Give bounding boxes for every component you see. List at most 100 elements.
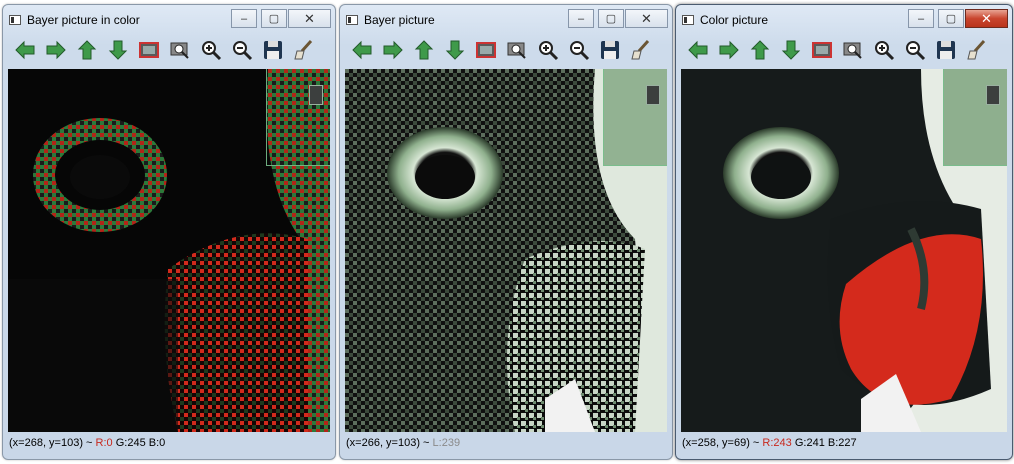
arrow-up-button[interactable] xyxy=(412,39,436,66)
save-floppy-icon xyxy=(599,39,621,66)
close-button[interactable]: ✕ xyxy=(288,9,331,28)
statusbar: (x=268, y=103) ~ R:0 G:245 B:0 xyxy=(9,437,329,453)
arrow-down-button[interactable] xyxy=(443,40,467,63)
toolbar xyxy=(682,37,1006,67)
close-button[interactable]: ✕ xyxy=(965,9,1008,28)
zoom-in-button[interactable] xyxy=(872,39,896,66)
arrow-left-icon xyxy=(14,39,36,66)
image-canvas[interactable] xyxy=(345,69,667,432)
properties-brush-icon xyxy=(966,39,988,66)
zoom-in-icon xyxy=(873,39,895,66)
zoom-rect-button[interactable] xyxy=(168,41,192,63)
arrow-up-icon xyxy=(76,39,98,66)
zoom-out-button[interactable] xyxy=(903,39,927,66)
minimap[interactable] xyxy=(943,69,1007,166)
status-g: G:245 xyxy=(115,437,146,449)
arrow-right-button[interactable] xyxy=(381,39,405,66)
properties-brush-icon xyxy=(630,39,652,66)
minimap[interactable] xyxy=(603,69,667,166)
zoom-out-icon xyxy=(231,39,253,66)
arrow-down-button[interactable] xyxy=(106,39,130,66)
window-title: Bayer picture in color xyxy=(27,13,140,27)
save-image-button[interactable] xyxy=(474,41,498,63)
zoom-in-icon xyxy=(537,39,559,66)
arrow-up-icon xyxy=(413,39,435,66)
zoom-in-button[interactable] xyxy=(536,39,560,66)
zoom-rect-button[interactable] xyxy=(505,41,529,63)
zoom-rect-button[interactable] xyxy=(841,41,865,63)
minimap-viewport[interactable] xyxy=(309,85,323,105)
arrow-left-button[interactable] xyxy=(686,39,710,66)
arrow-left-button[interactable] xyxy=(350,39,374,66)
zoom-out-button[interactable] xyxy=(567,39,591,66)
zoom-in-icon xyxy=(200,39,222,66)
properties-brush-button[interactable] xyxy=(629,39,653,66)
zoom-out-button[interactable] xyxy=(230,39,254,66)
save-floppy-button[interactable] xyxy=(934,39,958,66)
maximize-button[interactable]: ▢ xyxy=(938,9,964,28)
arrow-up-icon xyxy=(749,39,771,66)
close-button[interactable]: ✕ xyxy=(625,9,668,28)
save-image-button[interactable] xyxy=(810,41,834,63)
zoom-out-icon xyxy=(904,39,926,66)
arrow-down-icon xyxy=(107,39,129,66)
save-floppy-icon xyxy=(262,39,284,66)
save-floppy-button[interactable] xyxy=(261,39,285,66)
arrow-right-button[interactable] xyxy=(717,39,741,66)
properties-brush-button[interactable] xyxy=(292,39,316,66)
image-canvas[interactable] xyxy=(681,69,1007,432)
status-b: B:227 xyxy=(827,437,857,449)
status-coords: (x=266, y=103) ~ xyxy=(346,437,430,449)
image-canvas[interactable] xyxy=(8,69,330,432)
status-b: B:0 xyxy=(148,437,166,449)
arrow-down-button[interactable] xyxy=(779,39,803,66)
status-r: R:0 xyxy=(95,437,113,449)
arrow-down-icon xyxy=(780,39,802,66)
arrow-right-icon xyxy=(718,39,740,66)
minimap[interactable] xyxy=(266,69,330,166)
save-floppy-icon xyxy=(935,39,957,66)
window-app-icon xyxy=(9,15,21,25)
zoom-in-button[interactable] xyxy=(199,39,223,66)
maximize-button[interactable]: ▢ xyxy=(598,9,624,28)
arrow-right-button[interactable] xyxy=(44,39,68,66)
arrow-right-icon xyxy=(382,39,404,66)
zoom-rect-icon xyxy=(506,39,528,66)
window-title: Bayer picture xyxy=(364,13,435,27)
zoom-rect-icon xyxy=(842,39,864,66)
titlebar[interactable]: Bayer picture in color – ▢ ✕ xyxy=(3,5,335,35)
window-app-icon xyxy=(682,15,694,25)
arrow-left-button[interactable] xyxy=(13,39,37,66)
window-title: Color picture xyxy=(700,13,769,27)
status-l: L:239 xyxy=(432,437,461,449)
window-bayer-color[interactable]: Bayer picture in color – ▢ ✕ (x=268, y=1… xyxy=(2,4,336,460)
arrow-up-button[interactable] xyxy=(748,39,772,66)
window-app-icon xyxy=(346,15,358,25)
arrow-up-button[interactable] xyxy=(75,39,99,66)
arrow-left-icon xyxy=(687,39,709,66)
arrow-right-icon xyxy=(45,39,67,66)
status-coords: (x=258, y=69) ~ xyxy=(682,437,760,449)
titlebar[interactable]: Color picture – ▢ ✕ xyxy=(676,5,1012,35)
maximize-button[interactable]: ▢ xyxy=(261,9,287,28)
window-color[interactable]: Color picture – ▢ ✕ (x=258, y=69) ~ R:24… xyxy=(675,4,1013,460)
minimize-button[interactable]: – xyxy=(908,9,934,28)
properties-brush-button[interactable] xyxy=(965,39,989,66)
toolbar xyxy=(346,37,666,67)
arrow-left-icon xyxy=(351,39,373,66)
zoom-out-icon xyxy=(568,39,590,66)
window-bayer[interactable]: Bayer picture – ▢ ✕ (x=266, y=103) ~ L:2… xyxy=(339,4,673,460)
titlebar[interactable]: Bayer picture – ▢ ✕ xyxy=(340,5,672,35)
zoom-rect-icon xyxy=(169,39,191,66)
minimap-viewport[interactable] xyxy=(646,85,660,105)
save-image-button[interactable] xyxy=(137,41,161,63)
statusbar: (x=266, y=103) ~ L:239 xyxy=(346,437,666,453)
properties-brush-icon xyxy=(293,39,315,66)
save-floppy-button[interactable] xyxy=(598,39,622,66)
toolbar xyxy=(9,37,329,67)
status-g: G:241 xyxy=(794,437,825,449)
minimap-viewport[interactable] xyxy=(986,85,1000,105)
minimize-button[interactable]: – xyxy=(568,9,594,28)
minimize-button[interactable]: – xyxy=(231,9,257,28)
save-image-icon xyxy=(475,39,497,66)
